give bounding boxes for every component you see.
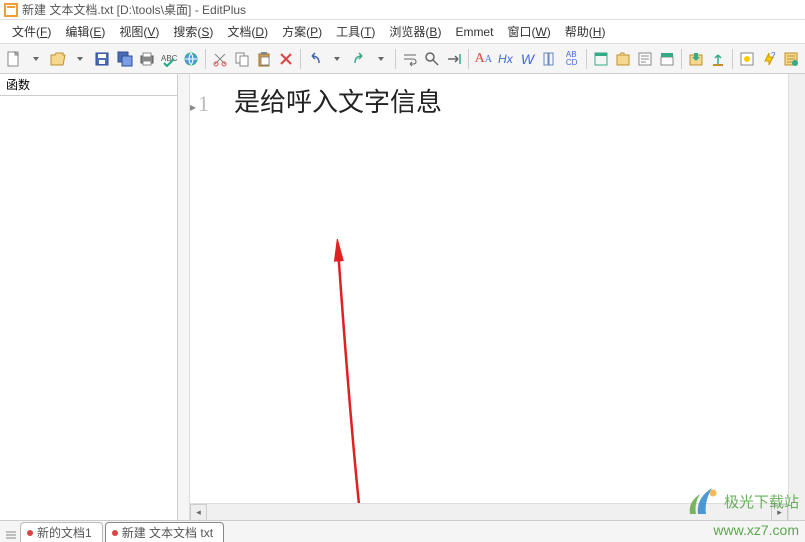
browser-button[interactable] bbox=[181, 47, 201, 71]
menu-emmet[interactable]: Emmet bbox=[451, 23, 497, 41]
line-number: 1 bbox=[198, 91, 226, 117]
document-tab-label: 新建 文本文档 txt bbox=[122, 524, 213, 541]
side-panel-content bbox=[0, 96, 177, 520]
redo-button[interactable] bbox=[349, 47, 369, 71]
user-tool-button[interactable] bbox=[737, 47, 757, 71]
document-tab-label: 新的文档1 bbox=[37, 524, 92, 541]
watermark-name: 极光下载站 bbox=[724, 491, 799, 512]
toolbar-separator bbox=[681, 49, 682, 69]
redo-dropdown[interactable] bbox=[371, 47, 391, 71]
line-marker-icon: ▸ bbox=[190, 94, 198, 114]
menu-search[interactable]: 搜索(S) bbox=[169, 21, 217, 42]
document-tabs: 新的文档1 新建 文本文档 txt bbox=[0, 520, 805, 542]
menu-view[interactable]: 视图(V) bbox=[115, 21, 163, 42]
cut-button[interactable] bbox=[210, 47, 230, 71]
find-button[interactable] bbox=[422, 47, 442, 71]
side-panel-tab-functions[interactable]: 函数 bbox=[0, 74, 177, 96]
side-panel: 函数 bbox=[0, 74, 178, 520]
app-icon bbox=[4, 3, 18, 17]
title-bar: 新建 文本文档.txt [D:\tools\桌面] - EditPlus bbox=[0, 0, 805, 20]
columns-button[interactable] bbox=[540, 47, 560, 71]
editor-container: ▸ 1 是给呼入文字信息 ◂ ▸ bbox=[190, 74, 788, 520]
help-button[interactable]: ? bbox=[759, 47, 779, 71]
window-title: 新建 文本文档.txt [D:\tools\桌面] - EditPlus bbox=[22, 1, 246, 18]
toolbar-separator bbox=[732, 49, 733, 69]
vertical-ruler bbox=[178, 74, 190, 520]
settings-button[interactable] bbox=[781, 47, 801, 71]
menu-edit[interactable]: 编辑(E) bbox=[61, 21, 109, 42]
menu-window[interactable]: 窗口(W) bbox=[503, 21, 554, 42]
watermark-url: www.xz7.com bbox=[713, 522, 799, 538]
undo-dropdown[interactable] bbox=[327, 47, 347, 71]
modified-dot-icon bbox=[27, 530, 33, 536]
annotation-arrow-icon bbox=[320, 239, 380, 503]
toolbar-separator bbox=[468, 49, 469, 69]
cliptext-button[interactable] bbox=[657, 47, 677, 71]
save-all-button[interactable] bbox=[114, 47, 134, 71]
copy-button[interactable] bbox=[232, 47, 252, 71]
menu-browser[interactable]: 浏览器(B) bbox=[385, 21, 445, 42]
line-content: 是给呼入文字信息 bbox=[226, 82, 442, 119]
open-dropdown[interactable] bbox=[70, 47, 90, 71]
ftp-upload-button[interactable] bbox=[708, 47, 728, 71]
toolbar: ABC AA Hx W AB CD ? bbox=[0, 44, 805, 74]
toolbar-separator bbox=[395, 49, 396, 69]
toolbar-separator bbox=[586, 49, 587, 69]
text-editor[interactable]: ▸ 1 是给呼入文字信息 bbox=[190, 74, 788, 503]
new-file-dropdown[interactable] bbox=[26, 47, 46, 71]
ftp-button[interactable] bbox=[686, 47, 706, 71]
work-area: 函数 ▸ 1 是给呼入文字信息 ◂ ▸ bbox=[0, 74, 805, 520]
abcd-button[interactable]: AB CD bbox=[562, 47, 582, 71]
menu-tools[interactable]: 工具(T) bbox=[332, 21, 379, 42]
menu-plan[interactable]: 方案(P) bbox=[278, 21, 326, 42]
w-button[interactable]: W bbox=[517, 47, 537, 71]
watermark: 极光下载站 bbox=[686, 484, 799, 518]
undo-button[interactable] bbox=[305, 47, 325, 71]
goto-button[interactable] bbox=[444, 47, 464, 71]
open-button[interactable] bbox=[48, 47, 68, 71]
document-tab[interactable]: 新的文档1 bbox=[20, 522, 103, 542]
print-button[interactable] bbox=[137, 47, 157, 71]
svg-text:ABC: ABC bbox=[161, 54, 177, 63]
font-a-button[interactable]: AA bbox=[473, 47, 493, 71]
word-wrap-button[interactable] bbox=[400, 47, 420, 71]
menu-bar: 文件(F) 编辑(E) 视图(V) 搜索(S) 文档(D) 方案(P) 工具(T… bbox=[0, 20, 805, 44]
tabs-nav-icon[interactable] bbox=[4, 528, 18, 542]
menu-help[interactable]: 帮助(H) bbox=[561, 21, 610, 42]
spellcheck-button[interactable]: ABC bbox=[159, 47, 179, 71]
menu-file[interactable]: 文件(F) bbox=[8, 21, 55, 42]
directory-button[interactable] bbox=[613, 47, 633, 71]
svg-text:?: ? bbox=[771, 51, 776, 60]
modified-dot-icon bbox=[112, 530, 118, 536]
vertical-scrollbar[interactable] bbox=[788, 74, 805, 520]
toolbar-separator bbox=[300, 49, 301, 69]
watermark-logo-icon bbox=[686, 484, 720, 518]
document-tab-active[interactable]: 新建 文本文档 txt bbox=[105, 522, 224, 542]
output-button[interactable] bbox=[635, 47, 655, 71]
window-button[interactable] bbox=[591, 47, 611, 71]
save-button[interactable] bbox=[92, 47, 112, 71]
editor-line: ▸ 1 是给呼入文字信息 bbox=[190, 82, 442, 119]
paste-button[interactable] bbox=[254, 47, 274, 71]
hex-button[interactable]: Hx bbox=[495, 47, 515, 71]
toolbar-separator bbox=[205, 49, 206, 69]
new-file-button[interactable] bbox=[4, 47, 24, 71]
delete-button[interactable] bbox=[276, 47, 296, 71]
menu-document[interactable]: 文档(D) bbox=[223, 21, 272, 42]
scroll-left-button[interactable]: ◂ bbox=[190, 504, 207, 521]
